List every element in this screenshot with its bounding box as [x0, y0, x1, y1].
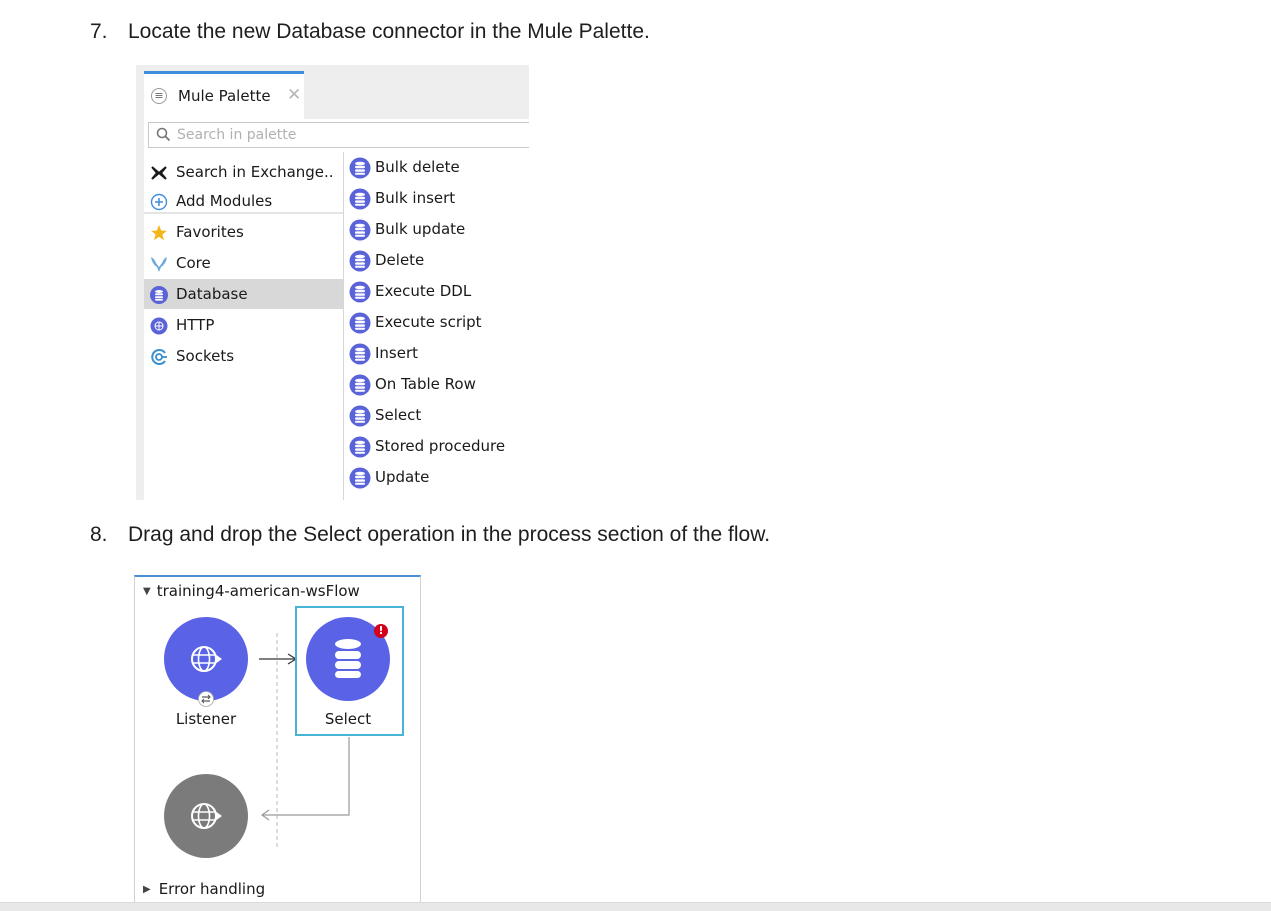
database-icon: [335, 639, 361, 678]
error-handling-label: Error handling: [158, 880, 266, 898]
error-badge-icon[interactable]: !: [374, 624, 388, 638]
item-label: Core: [176, 254, 211, 272]
flow-canvas: ▼ training4-american-wsFlow Listener ! S…: [134, 575, 421, 910]
http-icon: [150, 317, 168, 335]
globe-icon: [191, 646, 222, 672]
item-label: Add Modules: [176, 192, 273, 210]
expand-triangle-icon[interactable]: ▶: [143, 884, 151, 895]
item-label: HTTP: [176, 316, 215, 334]
database-icon: [349, 343, 371, 365]
item-label: Database: [176, 285, 248, 303]
database-icon: [349, 157, 371, 179]
operation-label: On Table Row: [375, 375, 476, 393]
operation-label: Bulk insert: [375, 189, 456, 207]
operation-label: Bulk delete: [375, 158, 460, 176]
sidebar-item-http[interactable]: HTTP: [144, 310, 343, 340]
operation-delete[interactable]: Delete: [344, 245, 529, 276]
star-icon: [151, 225, 167, 241]
database-icon: [150, 286, 168, 304]
operation-insert[interactable]: Insert: [344, 338, 529, 369]
item-label: Search in Exchange..: [176, 163, 334, 181]
operation-on-table-row[interactable]: On Table Row: [344, 369, 529, 400]
operation-select[interactable]: Select: [344, 400, 529, 431]
close-icon[interactable]: ✕: [287, 85, 301, 105]
item-label: Favorites: [176, 223, 244, 241]
operation-update[interactable]: Update: [344, 462, 529, 493]
operation-bulk-update[interactable]: Bulk update: [344, 214, 529, 245]
step-7-instruction: 7. Locate the new Database connector in t…: [90, 20, 650, 44]
add-circle-icon: [150, 193, 168, 211]
operation-stored-procedure[interactable]: Stored procedure: [344, 431, 529, 462]
database-icon: [349, 312, 371, 334]
operation-label: Execute DDL: [375, 282, 472, 300]
search-input[interactable]: [177, 125, 517, 145]
step-8-instruction: 8. Drag and drop the Select operation in …: [90, 523, 770, 547]
database-icon: [349, 219, 371, 241]
step-number: 8.: [90, 523, 108, 546]
palette-search-box[interactable]: [148, 122, 529, 148]
database-icon: [349, 436, 371, 458]
sidebar-item-core[interactable]: Core: [144, 248, 343, 278]
tab-label: Mule Palette: [178, 87, 271, 105]
tab-mule-palette[interactable]: ≡ Mule Palette ✕: [144, 71, 304, 119]
node-label: Listener: [175, 710, 237, 728]
sockets-icon: [151, 349, 167, 365]
error-handling-section[interactable]: ▶ Error handling: [143, 880, 265, 898]
operation-label: Insert: [375, 344, 419, 362]
database-icon: [349, 467, 371, 489]
database-icon: [349, 188, 371, 210]
sidebar-item-favorites[interactable]: Favorites: [144, 217, 343, 247]
search-in-exchange-item[interactable]: Search in Exchange..: [144, 157, 343, 187]
operation-label: Stored procedure: [375, 437, 506, 455]
operation-label: Update: [375, 468, 430, 486]
operation-label: Execute script: [375, 313, 482, 331]
operation-label: Select: [375, 406, 422, 424]
item-label: Sockets: [176, 347, 235, 365]
operation-label: Delete: [375, 251, 425, 269]
operation-bulk-delete[interactable]: Bulk delete: [344, 152, 529, 183]
database-icon: [349, 250, 371, 272]
mule-palette-panel: ≡ Mule Palette ✕ Search in Exchange.. Ad…: [136, 65, 529, 500]
search-icon: [156, 127, 171, 142]
category-divider: [144, 212, 343, 214]
operation-bulk-insert[interactable]: Bulk insert: [344, 183, 529, 214]
step-text: Drag and drop the Select operation in th…: [128, 523, 771, 546]
globe-icon: [191, 803, 222, 829]
view-menu-icon[interactable]: ≡: [151, 88, 167, 104]
sidebar-item-sockets[interactable]: Sockets: [144, 341, 343, 371]
swap-badge-icon: [198, 691, 214, 707]
node-label: Select: [324, 710, 372, 728]
exchange-icon: [151, 166, 167, 180]
database-icon: [349, 281, 371, 303]
mule-core-icon: [151, 257, 167, 272]
palette-left-strip: [136, 119, 144, 500]
sidebar-item-database[interactable]: Database: [144, 279, 343, 309]
operation-execute-script[interactable]: Execute script: [344, 307, 529, 338]
step-number: 7.: [90, 20, 108, 43]
step-text: Locate the new Database connector in the…: [128, 20, 650, 43]
operation-label: Bulk update: [375, 220, 466, 238]
database-icon: [349, 405, 371, 427]
database-icon: [349, 374, 371, 396]
operation-execute-ddl[interactable]: Execute DDL: [344, 276, 529, 307]
